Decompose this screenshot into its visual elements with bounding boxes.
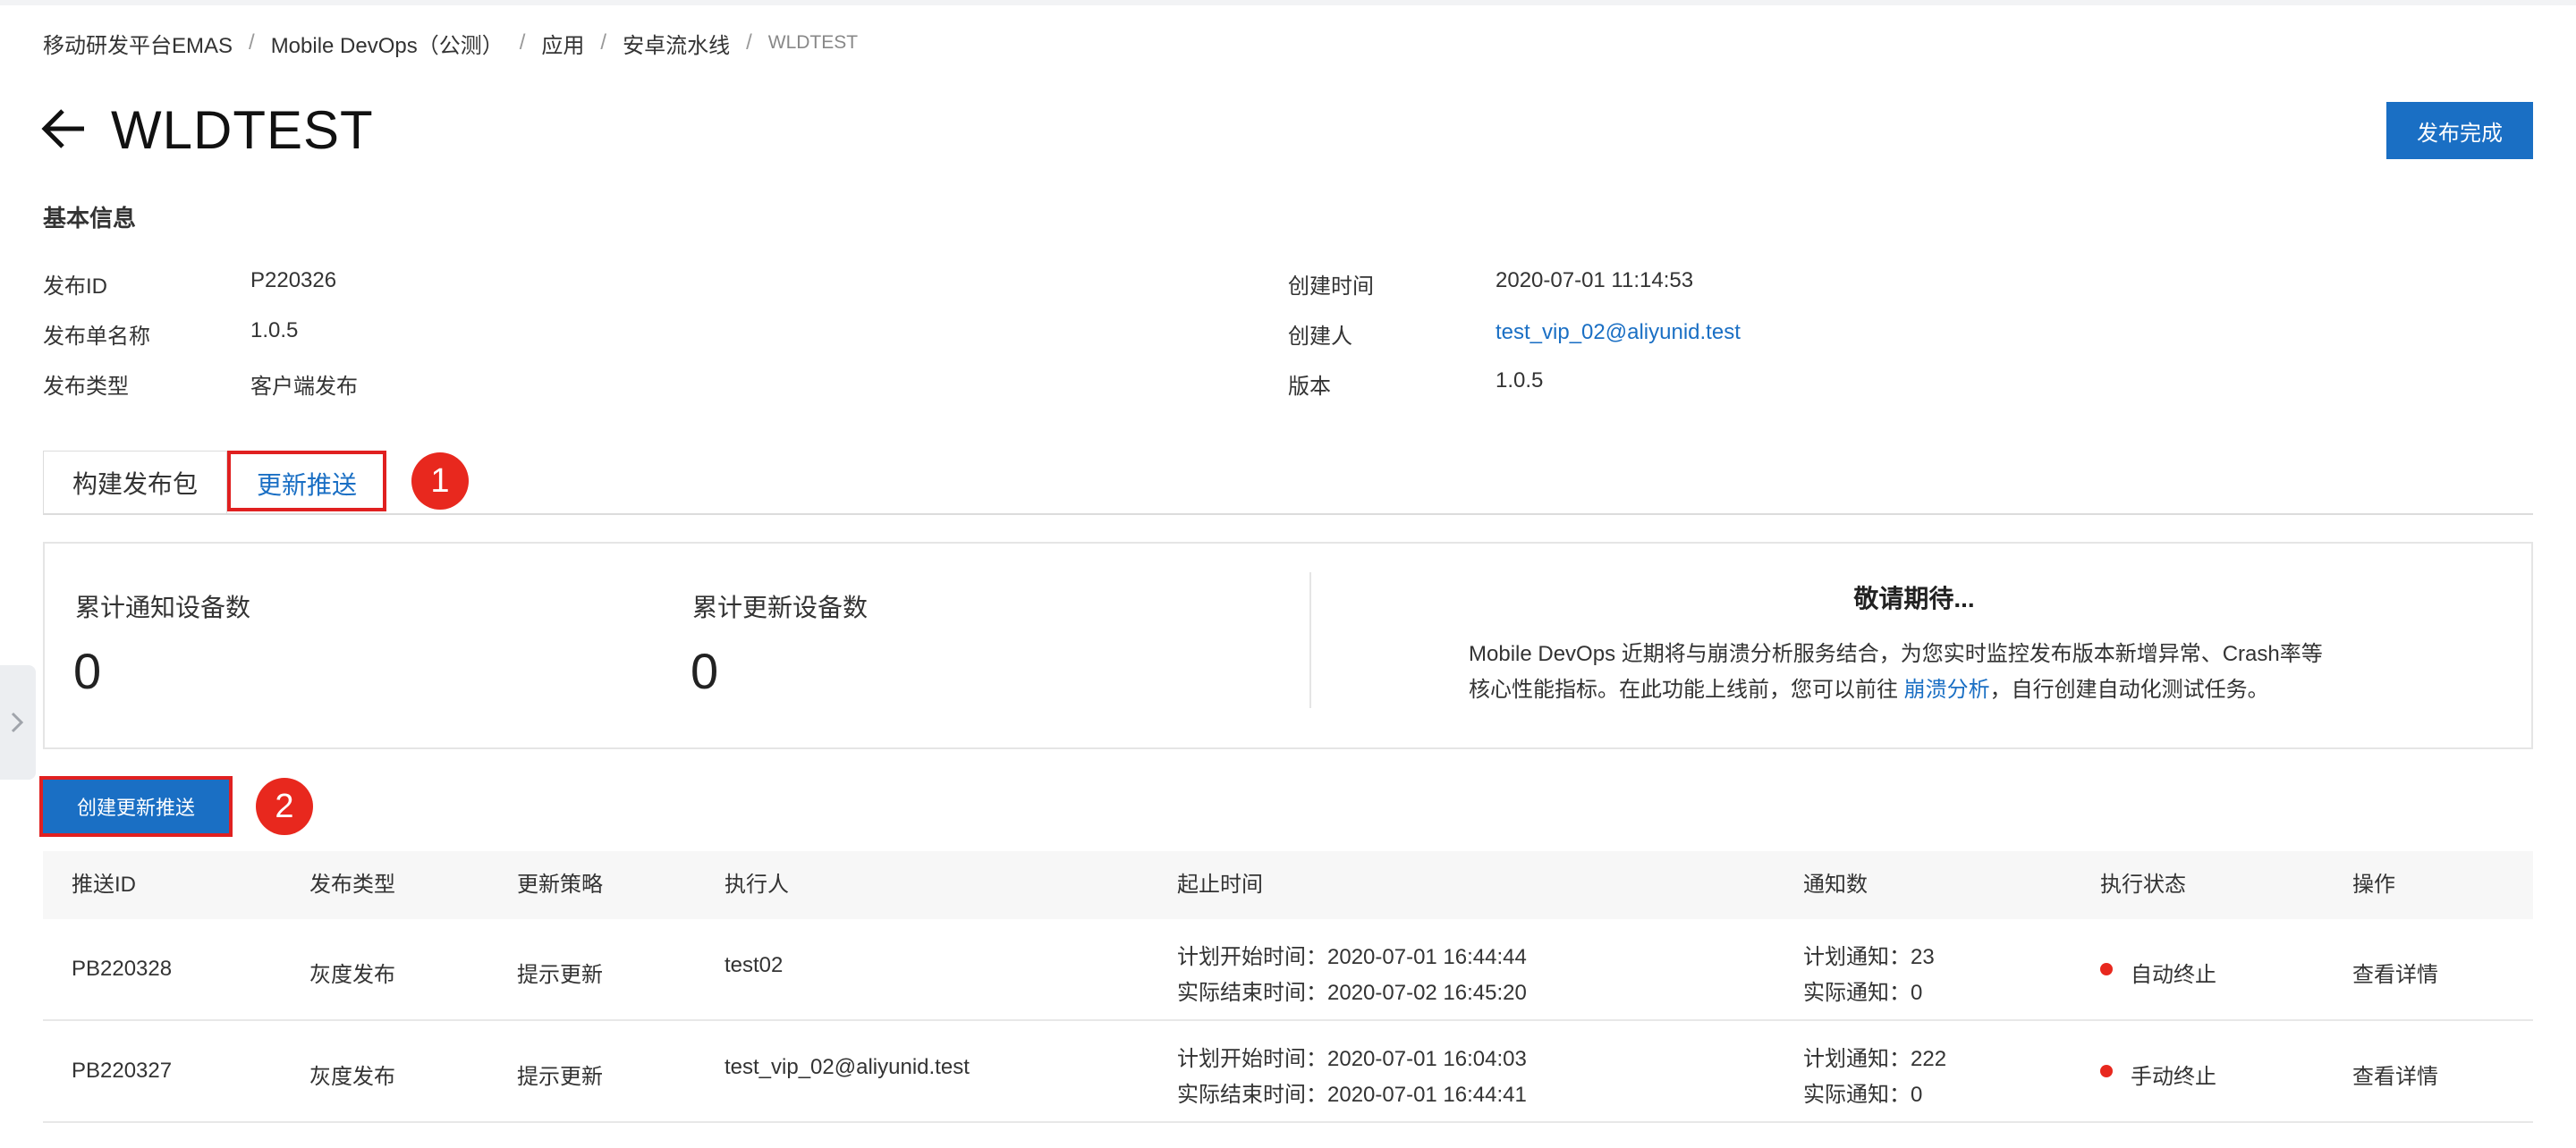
highlight-box-tab <box>227 451 386 511</box>
highlight-box-create <box>39 776 233 837</box>
creator-label: 创建人 <box>1288 325 1352 349</box>
cell-plan-notify: 计划通知：222 <box>1803 1047 1947 1071</box>
breadcrumb-current: WLDTEST <box>767 32 859 53</box>
cell-actual-end: 实际结束时间：2020-07-02 16:45:20 <box>1177 981 1527 1005</box>
arrow-left-icon <box>41 109 84 148</box>
page-title: WLDTEST <box>111 100 374 160</box>
coming-soon-line2: 核心性能指标。在此功能上线前，您可以前往 崩溃分析，自行创建自动化测试任务。 <box>1469 672 2363 708</box>
crash-analysis-link[interactable]: 崩溃分析 <box>1904 678 1990 702</box>
cell-actual-notify: 实际通知：0 <box>1803 1083 1923 1107</box>
chevron-right-icon <box>11 712 24 733</box>
coming-soon-line2-suffix: ，自行创建自动化测试任务。 <box>1989 678 2269 702</box>
notified-devices-value: 0 <box>73 643 102 699</box>
cell-executor-link[interactable]: test_vip_02@aliyunid.test <box>724 1055 970 1080</box>
cell-plan-start: 计划开始时间：2020-07-01 16:44:44 <box>1177 945 1527 969</box>
stats-divider <box>1309 572 1311 708</box>
cell-status: 自动终止 <box>2131 963 2216 987</box>
cell-actual-end: 实际结束时间：2020-07-01 16:44:41 <box>1177 1083 1527 1107</box>
breadcrumb-separator: / <box>249 30 255 55</box>
release-name-label: 发布单名称 <box>43 325 150 349</box>
version-label: 版本 <box>1288 375 1331 399</box>
release-name-value: 1.0.5 <box>250 318 299 342</box>
coming-soon-line1: Mobile DevOps 近期将与崩溃分析服务结合，为您实时监控发布版本新增异… <box>1469 642 2323 666</box>
breadcrumb-item-pipeline[interactable]: 安卓流水线 <box>623 28 730 59</box>
coming-soon-title: 敬请期待... <box>1853 585 1975 612</box>
publish-done-button[interactable]: 发布完成 <box>2386 102 2533 159</box>
release-type-value: 客户端发布 <box>250 375 358 399</box>
cell-strategy: 提示更新 <box>517 1065 603 1089</box>
breadcrumb-item-devops[interactable]: Mobile DevOps（公测） <box>271 28 504 59</box>
breadcrumb-separator: / <box>746 30 752 55</box>
breadcrumb-separator: / <box>519 30 526 55</box>
breadcrumb: 移动研发平台EMAS / Mobile DevOps（公测） / 应用 / 安卓… <box>43 28 859 59</box>
notified-devices-label: 累计通知设备数 <box>75 594 251 621</box>
breadcrumb-separator: / <box>600 30 607 55</box>
creator-link[interactable]: test_vip_02@aliyunid.test <box>1496 320 1741 345</box>
col-time: 起止时间 <box>1177 873 1263 897</box>
version-value: 1.0.5 <box>1496 368 1544 393</box>
section-title-basic-info: 基本信息 <box>43 205 137 232</box>
col-status: 执行状态 <box>2100 873 2186 897</box>
tab-divider <box>43 513 2533 515</box>
cell-executor-link[interactable]: test02 <box>724 953 783 978</box>
release-id-label: 发布ID <box>43 274 107 299</box>
cell-push-id: PB220328 <box>72 957 173 981</box>
breadcrumb-item-apps[interactable]: 应用 <box>541 28 584 59</box>
tab-build-package[interactable]: 构建发布包 <box>43 451 227 513</box>
breadcrumb-item-emas[interactable]: 移动研发平台EMAS <box>43 28 233 59</box>
view-details-link[interactable]: 查看详情 <box>2352 1059 2438 1090</box>
cell-plan-start: 计划开始时间：2020-07-01 16:04:03 <box>1177 1047 1527 1071</box>
col-notify: 通知数 <box>1803 873 1868 897</box>
status-dot-icon <box>2100 1065 2113 1077</box>
col-release-type: 发布类型 <box>309 873 395 897</box>
updated-devices-label: 累计更新设备数 <box>692 594 869 621</box>
updated-devices-value: 0 <box>691 643 719 699</box>
back-button[interactable] <box>41 106 88 152</box>
cell-release-type: 灰度发布 <box>309 963 395 987</box>
top-bar <box>0 0 2576 5</box>
release-id-value: P220326 <box>250 268 337 292</box>
col-strategy: 更新策略 <box>517 873 603 897</box>
sidebar-toggle[interactable] <box>0 665 36 780</box>
col-action: 操作 <box>2352 873 2395 897</box>
cell-release-type: 灰度发布 <box>309 1065 395 1089</box>
created-time-label: 创建时间 <box>1288 274 1374 299</box>
cell-status: 手动终止 <box>2131 1065 2216 1089</box>
row-divider <box>43 1121 2533 1123</box>
step-marker-2: 2 <box>256 778 313 835</box>
col-push-id: 推送ID <box>72 873 136 897</box>
col-executor: 执行人 <box>724 873 789 897</box>
coming-soon-text: Mobile DevOps 近期将与崩溃分析服务结合，为您实时监控发布版本新增异… <box>1469 637 2363 708</box>
cell-strategy: 提示更新 <box>517 963 603 987</box>
status-dot-icon <box>2100 963 2113 975</box>
cell-plan-notify: 计划通知：23 <box>1803 945 1935 969</box>
view-details-link[interactable]: 查看详情 <box>2352 957 2438 988</box>
cell-actual-notify: 实际通知：0 <box>1803 981 1923 1005</box>
release-type-label: 发布类型 <box>43 375 129 399</box>
created-time-value: 2020-07-01 11:14:53 <box>1496 268 1694 292</box>
cell-push-id: PB220327 <box>72 1059 173 1083</box>
step-marker-1: 1 <box>411 452 469 510</box>
coming-soon-line2-prefix: 核心性能指标。在此功能上线前，您可以前往 <box>1469 678 1904 702</box>
